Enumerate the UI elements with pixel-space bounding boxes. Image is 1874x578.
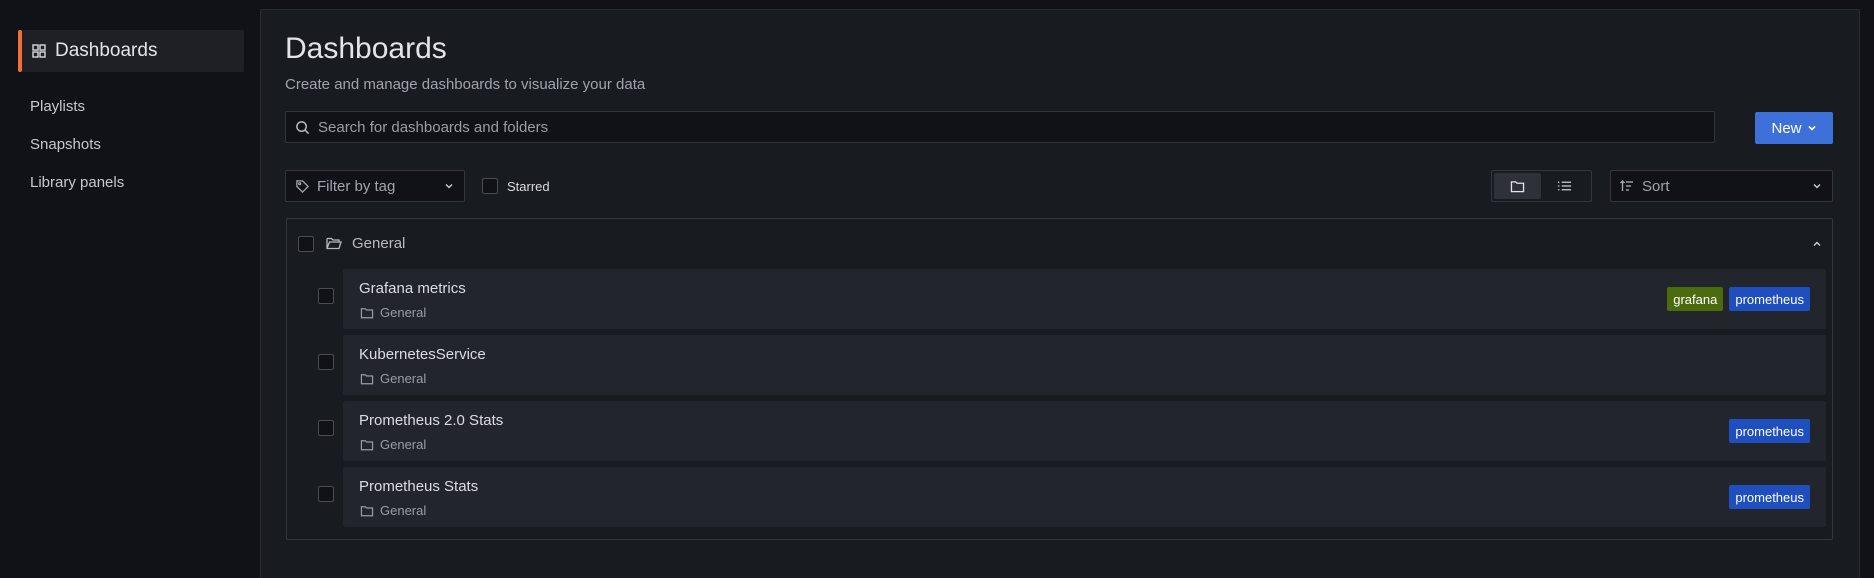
chevron-down-icon: [444, 181, 454, 191]
tag-badge[interactable]: prometheus: [1729, 287, 1810, 311]
folder-name: General: [352, 235, 406, 252]
main-panel: Dashboards Create and manage dashboards …: [260, 9, 1860, 578]
dashboard-folder: General: [380, 371, 427, 386]
search-input[interactable]: Search for dashboards and folders: [285, 111, 1715, 143]
sidebar-item-label: Dashboards: [55, 40, 158, 61]
chevron-down-icon: [1807, 123, 1817, 133]
folder-checkbox[interactable]: [298, 235, 314, 252]
dashboard-name[interactable]: Grafana metrics: [359, 280, 466, 297]
tag-list: prometheus: [1729, 485, 1810, 509]
row-checkbox[interactable]: [318, 486, 334, 502]
sort-icon: [1620, 180, 1634, 192]
sidebar-item-dashboards[interactable]: Dashboards: [18, 30, 244, 72]
tag-filter-select[interactable]: Filter by tag: [285, 170, 465, 202]
tag-list: grafana prometheus: [1667, 287, 1810, 311]
dashboard-location: General: [360, 437, 426, 452]
row-checkbox[interactable]: [318, 420, 334, 436]
folder-icon: [360, 505, 374, 517]
dashboard-name[interactable]: Prometheus 2.0 Stats: [359, 412, 503, 429]
starred-checkbox[interactable]: [482, 178, 498, 194]
search-icon: [295, 120, 310, 135]
sidebar-item-snapshots[interactable]: Snapshots: [30, 136, 101, 153]
dashboard-location: General: [360, 305, 426, 320]
tag-list: prometheus: [1729, 419, 1810, 443]
row-checkbox[interactable]: [318, 288, 334, 304]
folder-view-button[interactable]: [1494, 173, 1541, 199]
active-indicator: [18, 30, 22, 72]
folder-section: General Grafana metrics General grafana …: [286, 218, 1833, 540]
starred-filter[interactable]: Starred: [482, 178, 550, 194]
page-subtitle: Create and manage dashboards to visualiz…: [285, 76, 646, 93]
page-title: Dashboards: [285, 32, 447, 65]
dashboard-row[interactable]: Prometheus Stats General prometheus: [343, 467, 1826, 527]
folder-icon: [1510, 180, 1525, 193]
sort-select[interactable]: Sort: [1610, 170, 1833, 202]
tag-badge[interactable]: prometheus: [1729, 485, 1810, 509]
tag-filter-placeholder: Filter by tag: [317, 177, 396, 195]
chevron-down-icon: [1812, 181, 1822, 191]
dashboard-folder: General: [380, 437, 427, 452]
sidebar: Dashboards Playlists Snapshots Library p…: [0, 0, 259, 578]
list-view-button[interactable]: [1541, 173, 1588, 199]
chevron-up-icon[interactable]: [1812, 239, 1822, 249]
dashboard-row[interactable]: Prometheus 2.0 Stats General prometheus: [343, 401, 1826, 461]
tag-icon: [295, 179, 310, 194]
sidebar-item-playlists[interactable]: Playlists: [30, 98, 85, 115]
dashboard-location: General: [360, 503, 426, 518]
dashboard-location: General: [360, 371, 426, 386]
tag-badge[interactable]: prometheus: [1729, 419, 1810, 443]
new-button-label: New: [1771, 119, 1802, 137]
search-placeholder: Search for dashboards and folders: [318, 118, 549, 136]
view-toggle: [1491, 170, 1592, 202]
dashboard-name[interactable]: KubernetesService: [359, 346, 486, 363]
new-button[interactable]: New: [1755, 112, 1833, 144]
folder-icon: [360, 373, 374, 385]
dashboard-name[interactable]: Prometheus Stats: [359, 478, 478, 495]
list-icon: [1557, 180, 1572, 192]
dashboard-folder: General: [380, 305, 427, 320]
row-checkbox[interactable]: [318, 354, 334, 370]
folder-header[interactable]: General: [298, 235, 405, 252]
sort-placeholder: Sort: [1642, 177, 1670, 195]
dashboard-row[interactable]: KubernetesService General: [343, 335, 1826, 395]
folder-icon: [360, 439, 374, 451]
starred-label: Starred: [507, 178, 550, 194]
sidebar-item-library-panels[interactable]: Library panels: [30, 174, 124, 191]
dashboard-row[interactable]: Grafana metrics General grafana promethe…: [343, 269, 1826, 329]
dashboard-folder: General: [380, 503, 427, 518]
folder-open-icon: [326, 237, 342, 250]
tag-badge[interactable]: grafana: [1667, 287, 1724, 311]
folder-icon: [360, 307, 374, 319]
apps-grid-icon: [31, 43, 47, 59]
